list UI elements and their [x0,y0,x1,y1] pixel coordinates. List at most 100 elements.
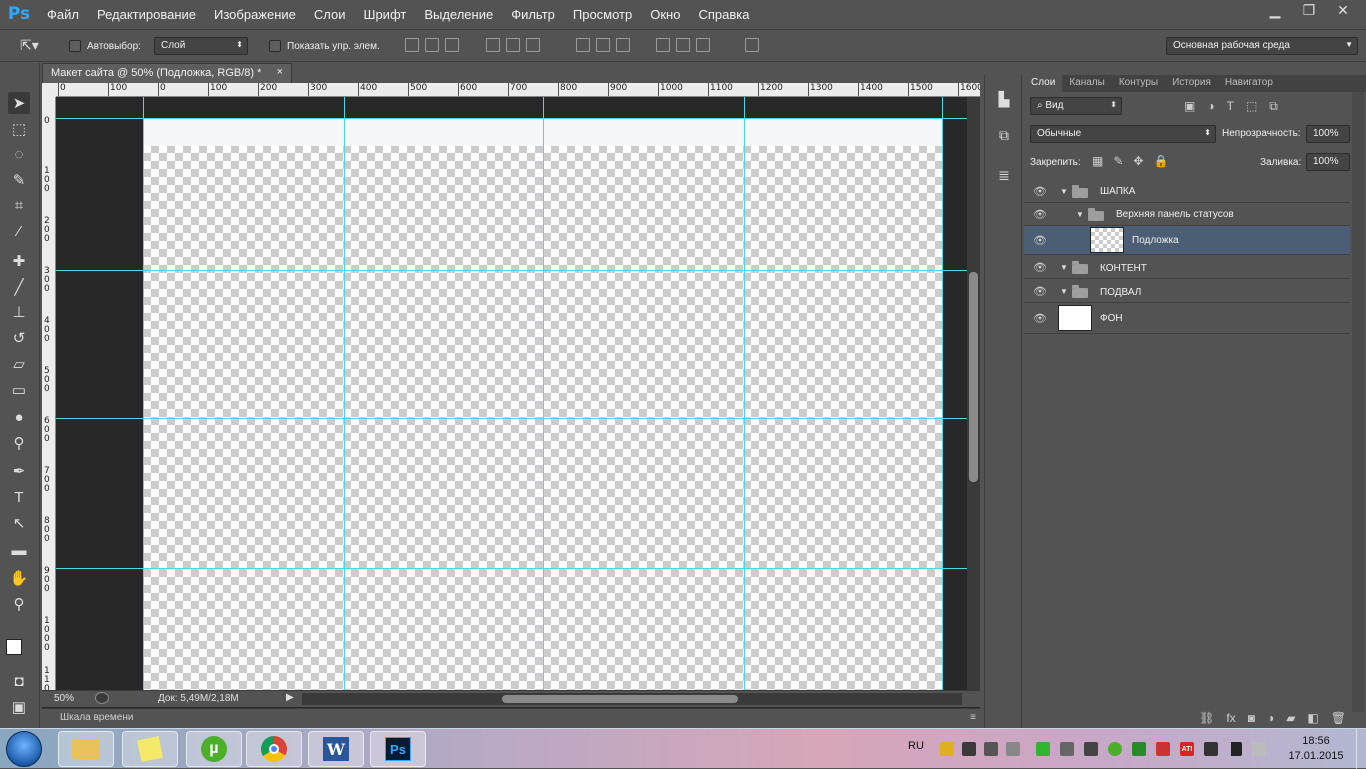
guide-horizontal[interactable] [56,568,967,569]
guide-vertical[interactable] [344,97,345,691]
rectangle-tool-icon[interactable]: ▬ [8,539,30,561]
add-mask-icon[interactable]: ◙ [1248,711,1255,725]
tab-history[interactable]: История [1165,75,1218,92]
minimize-button[interactable]: ▁ [1258,0,1292,20]
show-controls-checkbox[interactable] [269,40,281,52]
volume-icon[interactable] [1252,742,1266,756]
eye-icon[interactable]: 👁 [1033,312,1047,325]
start-button[interactable] [6,731,42,767]
adjustment-layer-icon[interactable]: ◑ [1267,711,1274,725]
status-arrow-icon[interactable]: ▶ [286,692,294,703]
expand-triangle-icon[interactable]: ▼ [1060,263,1068,272]
menu-type[interactable]: Шрифт [355,7,416,22]
align-bottom-icon[interactable] [445,38,459,52]
new-group-icon[interactable]: ▰ [1286,711,1295,725]
guide-horizontal[interactable] [56,118,967,119]
path-select-tool-icon[interactable]: ↖ [8,512,30,534]
ati-tray-icon[interactable]: ATI [1180,742,1194,756]
align-hcenter-icon[interactable] [506,38,520,52]
vertical-ruler[interactable]: 0 100 200 300 400 500 600 700 800 900 1000 1100 [42,97,56,691]
filter-adjustment-icon[interactable]: ◑ [1207,99,1214,114]
tab-layers[interactable]: Слои [1024,75,1063,92]
guide-horizontal[interactable] [56,270,967,271]
distribute-top-icon[interactable] [576,38,590,52]
quick-select-tool-icon[interactable]: ✎ [8,169,30,191]
maximize-button[interactable]: ❐ [1292,0,1326,20]
document-tab[interactable]: Макет сайта @ 50% (Подложка, RGB/8) * × [42,63,292,83]
menu-filter[interactable]: Фильтр [502,7,564,22]
layer-group-status-bar[interactable]: 👁 ▼ Верхняя панель статусов [1024,203,1350,226]
blend-mode-dropdown[interactable]: Обычные ⬍ [1030,125,1216,143]
quick-mask-icon[interactable]: ◘ [8,670,30,692]
horizontal-scroll-thumb[interactable] [502,695,738,703]
panel-menu-icon[interactable]: ≡ [970,712,976,723]
eraser-tool-icon[interactable]: ▱ [8,353,30,375]
expand-triangle-icon[interactable]: ▼ [1076,210,1084,219]
tray-app-icon[interactable] [1132,742,1146,756]
tray-app-icon[interactable] [984,742,998,756]
opacity-field[interactable]: 100% [1306,125,1350,143]
tray-app-icon[interactable] [1006,742,1020,756]
eye-icon[interactable]: 👁 [1033,185,1047,198]
autoselect-checkbox[interactable] [69,40,81,52]
menu-select[interactable]: Выделение [415,7,502,22]
filter-pixel-icon[interactable]: ▣ [1184,99,1195,114]
tray-app-icon[interactable] [940,742,954,756]
distribute-right-icon[interactable] [696,38,710,52]
layer-group-header[interactable]: 👁 ▼ ШАПКА [1024,179,1350,203]
close-icon[interactable]: × [277,66,283,78]
distribute-left-icon[interactable] [656,38,670,52]
show-desktop-button[interactable] [1356,729,1366,769]
align-left-icon[interactable] [486,38,500,52]
layer-style-icon[interactable]: fx [1226,711,1235,725]
guide-vertical[interactable] [744,97,745,691]
lock-position-icon[interactable]: ✥ [1133,154,1143,168]
dodge-tool-icon[interactable]: ⚲ [8,432,30,454]
layer-substrate-selected[interactable]: 👁 Подложка [1024,226,1350,255]
tab-paths[interactable]: Контуры [1112,75,1165,92]
properties-panel-icon[interactable]: ⧉ [994,125,1014,145]
move-tool-preset-icon[interactable]: ⇱▾ [20,37,39,54]
tab-channels[interactable]: Каналы [1062,75,1112,92]
eye-icon[interactable]: 👁 [1033,261,1047,274]
filter-type-icon[interactable]: T [1227,99,1234,114]
menu-view[interactable]: Просмотр [564,7,641,22]
zoom-tool-icon[interactable]: ⚲ [8,593,30,615]
status-menu-icon[interactable] [95,692,109,704]
tray-app-icon[interactable] [1060,742,1074,756]
crop-tool-icon[interactable]: ⌗ [8,194,30,216]
adjustments-panel-icon[interactable]: ≣ [994,165,1014,185]
guide-vertical[interactable] [543,97,544,691]
distribute-hcenter-icon[interactable] [676,38,690,52]
menu-image[interactable]: Изображение [205,7,305,22]
screen-mode-icon[interactable]: ▣ [8,696,30,718]
eye-icon[interactable]: 👁 [1033,234,1047,247]
signal-icon[interactable] [1228,742,1242,756]
menu-window[interactable]: Окно [641,7,689,22]
trash-icon[interactable]: 🗑 [1331,711,1346,725]
zoom-level[interactable]: 50% [54,693,74,704]
language-indicator[interactable]: RU [908,740,924,752]
utorrent-icon[interactable]: µ [186,731,242,767]
vertical-scrollbar[interactable] [967,97,980,691]
align-vcenter-icon[interactable] [425,38,439,52]
photoshop-icon[interactable]: Ps [370,731,426,767]
layer-group-footer[interactable]: 👁 ▼ ПОДВАЛ [1024,279,1350,303]
word-icon[interactable]: W [308,731,364,767]
autoselect-dropdown[interactable]: Слой ⬍ [154,37,248,55]
blur-tool-icon[interactable]: ● [8,406,30,428]
menu-file[interactable]: Файл [38,7,88,22]
guide-vertical[interactable] [143,97,144,691]
layers-scrollbar[interactable] [1352,92,1364,712]
hand-tool-icon[interactable]: ✋ [8,567,30,589]
vertical-scroll-thumb[interactable] [969,272,978,482]
horizontal-ruler[interactable]: 0 100 0 100 200 300 400 500 600 700 800 900 1000 1100… [56,83,980,97]
fill-field[interactable]: 100% [1306,153,1350,171]
distribute-bottom-icon[interactable] [616,38,630,52]
stamp-tool-icon[interactable]: ⊥ [8,301,30,323]
align-top-icon[interactable] [405,38,419,52]
lock-transparent-icon[interactable]: ▦ [1092,154,1103,168]
close-button[interactable]: ✕ [1326,0,1360,20]
canvas-viewport[interactable] [56,97,967,691]
sticky-notes-icon[interactable] [122,731,178,767]
